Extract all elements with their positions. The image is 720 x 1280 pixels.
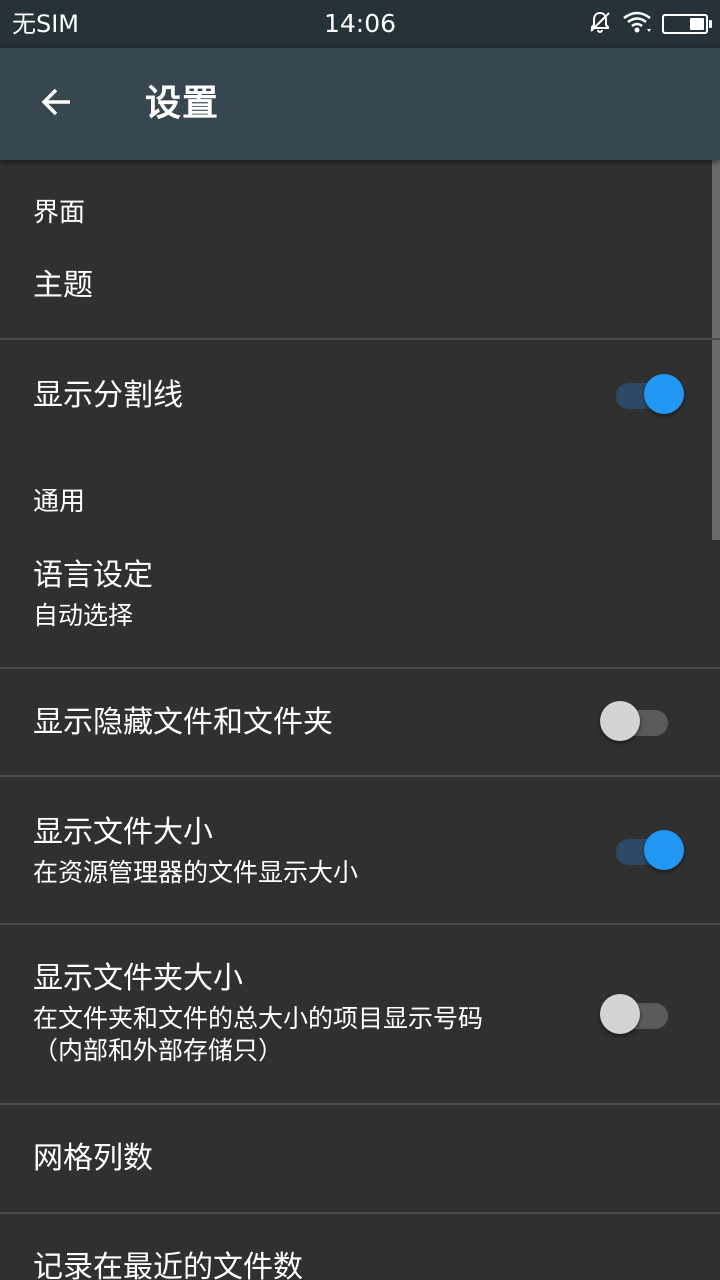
section-header-interface: 界面 (33, 198, 86, 228)
pref-show-divider-title: 显示分割线 (33, 378, 183, 413)
section-header-general: 通用 (33, 487, 86, 517)
pref-theme[interactable]: 主题 (0, 252, 720, 338)
pref-language-title: 语言设定 (33, 558, 153, 593)
pref-show-hidden-title: 显示隐藏文件和文件夹 (33, 705, 333, 740)
pref-show-folder-size-title: 显示文件夹大小 (33, 961, 243, 996)
status-bar: 无SIM 14:06 (0, 0, 720, 48)
wifi-icon (622, 10, 652, 38)
pref-show-file-size-summary: 在资源管理器的文件显示大小 (33, 858, 359, 887)
show-file-size-switch[interactable] (612, 826, 684, 874)
arrow-left-icon (38, 84, 74, 124)
pref-language-summary: 自动选择 (33, 601, 134, 630)
bell-off-icon (588, 10, 612, 38)
show-folder-size-switch[interactable] (600, 990, 672, 1038)
battery-icon (662, 14, 712, 34)
app-bar: 设置 (0, 48, 720, 160)
pref-theme-title: 主题 (33, 268, 93, 303)
pref-show-divider[interactable]: 显示分割线 (0, 340, 720, 446)
pref-show-folder-size-summary-2: （内部和外部存储只） (33, 1036, 284, 1065)
page-title: 设置 (145, 83, 220, 124)
pref-show-folder-size[interactable]: 显示文件夹大小 在文件夹和文件的总大小的项目显示号码 （内部和外部存储只） (0, 925, 720, 1103)
pref-recent-files[interactable]: 记录在最近的文件数 (0, 1214, 720, 1280)
pref-recent-files-title: 记录在最近的文件数 (33, 1250, 303, 1280)
back-button[interactable] (28, 76, 84, 132)
show-divider-switch[interactable] (612, 370, 684, 418)
pref-show-file-size-title: 显示文件大小 (33, 815, 213, 850)
pref-show-file-size[interactable]: 显示文件大小 在资源管理器的文件显示大小 (0, 777, 720, 923)
pref-language[interactable]: 语言设定 自动选择 (0, 538, 720, 668)
pref-show-folder-size-summary: 在文件夹和文件的总大小的项目显示号码 (33, 1004, 484, 1033)
pref-show-hidden[interactable]: 显示隐藏文件和文件夹 (0, 669, 720, 775)
settings-list[interactable]: 界面 主题 显示分割线 通用 语言设定 自动选择 显示隐藏文件和文件夹 显示文件… (0, 160, 720, 1280)
pref-grid-columns[interactable]: 网格列数 (0, 1105, 720, 1211)
pref-grid-columns-title: 网格列数 (33, 1141, 153, 1176)
show-hidden-switch[interactable] (600, 697, 672, 745)
